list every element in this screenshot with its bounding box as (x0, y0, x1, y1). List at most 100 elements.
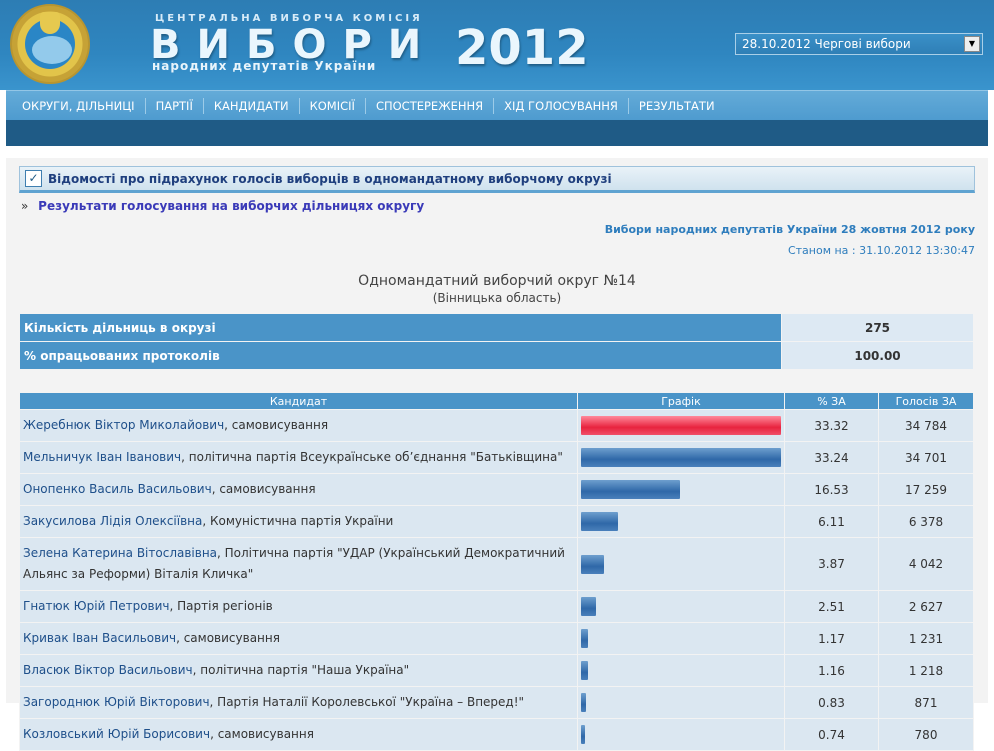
candidate-name-link[interactable]: Онопенко Василь Васильович (23, 482, 212, 496)
result-bar (581, 693, 586, 712)
pct-cell: 1.17 (784, 622, 879, 655)
results-header-row: Кандидат Графік % ЗА Голосів ЗА (19, 392, 974, 410)
table-row: Власюк Віктор Васильович, політична парт… (19, 654, 974, 687)
results-body: Жеребнюк Віктор Миколайович, самовисуван… (19, 409, 974, 751)
candidate-name-link[interactable]: Жеребнюк Віктор Миколайович (23, 418, 224, 432)
nav-item-komisii[interactable]: КОМІСІЇ (300, 97, 366, 114)
result-bar (581, 416, 781, 435)
election-select-value: 28.10.2012 Чергові вибори (742, 37, 911, 51)
candidate-name-link[interactable]: Мельничук Іван Іванович (23, 450, 181, 464)
breadcrumb: » Результати голосування на виборчих діл… (19, 199, 975, 213)
header-pct[interactable]: % ЗА (784, 392, 879, 410)
candidate-name-link[interactable]: Зелена Катерина Вітославівна (23, 546, 217, 560)
nav-item-sposterezhennia[interactable]: СПОСТЕРЕЖЕННЯ (366, 97, 495, 114)
candidate-cell: Загороднюк Юрій Вікторович, Партія Натал… (19, 686, 578, 719)
pct-cell: 2.51 (784, 590, 879, 623)
result-bar (581, 597, 597, 616)
candidate-cell: Онопенко Василь Васильович, самовисуванн… (19, 473, 578, 506)
summary-table: Кількість дільниць в окрузі 275 % опраць… (19, 313, 974, 370)
nav-item-rezultaty[interactable]: РЕЗУЛЬТАТИ (629, 98, 725, 114)
graph-cell (577, 505, 785, 538)
table-row: Жеребнюк Віктор Миколайович, самовисуван… (19, 409, 974, 442)
candidate-name-link[interactable]: Загороднюк Юрій Вікторович (23, 695, 210, 709)
graph-cell (577, 473, 785, 506)
candidate-cell: Кривак Іван Васильович, самовисування (19, 622, 578, 655)
graph-cell (577, 686, 785, 719)
as-of-timestamp: Станом на : 31.10.2012 13:30:47 (787, 244, 975, 257)
candidate-name-link[interactable]: Власюк Віктор Васильович (23, 663, 193, 677)
result-bar (581, 554, 605, 574)
result-bar (581, 629, 589, 648)
votes-cell: 34 701 (878, 441, 974, 474)
results-table: Кандидат Графік % ЗА Голосів ЗА Жеребнюк… (19, 392, 974, 751)
okrug-region: (Вінницька область) (432, 291, 562, 305)
votes-cell: 2 627 (878, 590, 974, 623)
table-row: Загороднюк Юрій Вікторович, Партія Натал… (19, 686, 974, 719)
votes-cell: 17 259 (878, 473, 974, 506)
section-heading-text: Відомості про підрахунок голосів виборці… (48, 171, 612, 186)
candidate-name-link[interactable]: Закусилова Лідія Олексіївна (23, 514, 202, 528)
election-select[interactable]: 28.10.2012 Чергові вибори ▼ (735, 33, 983, 55)
header-candidate[interactable]: Кандидат (19, 392, 578, 410)
table-row: Онопенко Василь Васильович, самовисуванн… (19, 473, 974, 506)
candidate-party: , Партія регіонів (169, 599, 273, 613)
result-bar (581, 448, 781, 467)
chevron-down-icon[interactable]: ▼ (964, 36, 980, 52)
candidate-name-link[interactable]: Кривак Іван Васильович (23, 631, 176, 645)
candidate-party: , самовисування (211, 482, 316, 496)
table-row: Мельничук Іван Іванович, політична парті… (19, 441, 974, 474)
result-bar (581, 512, 618, 531)
okrug-title: Одномандатний виборчий округ №14 (358, 273, 636, 289)
votes-cell: 1 231 (878, 622, 974, 655)
candidate-party: , самовисування (224, 418, 329, 432)
nav-item-kandydaty[interactable]: КАНДИДАТИ (204, 97, 300, 114)
table-row: Козловський Юрій Борисович, самовисуванн… (19, 718, 974, 751)
nav-item-partii[interactable]: ПАРТІЇ (146, 97, 204, 114)
summary-row: Кількість дільниць в окрузі 275 (19, 313, 974, 342)
trident-icon (40, 12, 60, 34)
votes-cell: 780 (878, 718, 974, 751)
site-subtitle: народних депутатів України (152, 59, 377, 73)
pct-cell: 16.53 (784, 473, 879, 506)
votes-cell: 4 042 (878, 537, 974, 591)
candidate-cell: Козловський Юрій Борисович, самовисуванн… (19, 718, 578, 751)
main-nav: ОКРУГИ, ДІЛЬНИЦІ ПАРТІЇ КАНДИДАТИ КОМІСІ… (6, 90, 988, 120)
section-heading: ✓ Відомості про підрахунок голосів вибор… (19, 166, 975, 193)
graph-cell (577, 718, 785, 751)
precinct-results-link[interactable]: Результати голосування на виборчих дільн… (38, 199, 424, 213)
table-row: Зелена Катерина Вітославівна, Політична … (19, 537, 974, 591)
nav-item-khid-holosuvannia[interactable]: ХІД ГОЛОСУВАННЯ (494, 97, 629, 114)
graph-cell (577, 441, 785, 474)
votes-cell: 871 (878, 686, 974, 719)
nav-item-okrugy[interactable]: ОКРУГИ, ДІЛЬНИЦІ (12, 97, 146, 114)
election-name: Вибори народних депутатів України 28 жов… (604, 223, 975, 236)
pct-cell: 6.11 (784, 505, 879, 538)
result-bar (581, 480, 681, 499)
pct-cell: 33.24 (784, 441, 879, 474)
result-bar (581, 725, 586, 744)
votes-cell: 34 784 (878, 409, 974, 442)
candidate-cell: Власюк Віктор Васильович, політична парт… (19, 654, 578, 687)
candidate-name-link[interactable]: Гнатюк Юрій Петрович (23, 599, 170, 613)
header-graph: Графік (577, 392, 785, 410)
pct-cell: 0.83 (784, 686, 879, 719)
candidate-cell: Гнатюк Юрій Петрович, Партія регіонів (19, 590, 578, 623)
candidate-name-link[interactable]: Козловський Юрій Борисович (23, 727, 210, 741)
pct-cell: 3.87 (784, 537, 879, 591)
graph-cell (577, 537, 785, 591)
candidate-party: , самовисування (176, 631, 280, 645)
site-year: 2012 (455, 20, 589, 76)
table-row: Кривак Іван Васильович, самовисування 1.1… (19, 622, 974, 655)
graph-cell (577, 590, 785, 623)
site-header: ЦЕНТРАЛЬНА ВИБОРЧА КОМІСІЯ ВИБОРИ народн… (0, 0, 994, 90)
subnav-bar (6, 120, 988, 146)
candidate-cell: Зелена Катерина Вітославівна, Політична … (19, 537, 578, 591)
cvk-emblem-icon (10, 4, 90, 84)
summary-value: 275 (781, 313, 974, 342)
header-votes[interactable]: Голосів ЗА (878, 392, 974, 410)
summary-label: % опрацьованих протоколів (19, 341, 782, 370)
main-content: ✓ Відомості про підрахунок голосів вибор… (6, 158, 988, 751)
result-bar (581, 661, 588, 680)
candidate-cell: Закусилова Лідія Олексіївна, Комуністичн… (19, 505, 578, 538)
breadcrumb-arrow-icon: » (21, 199, 29, 213)
